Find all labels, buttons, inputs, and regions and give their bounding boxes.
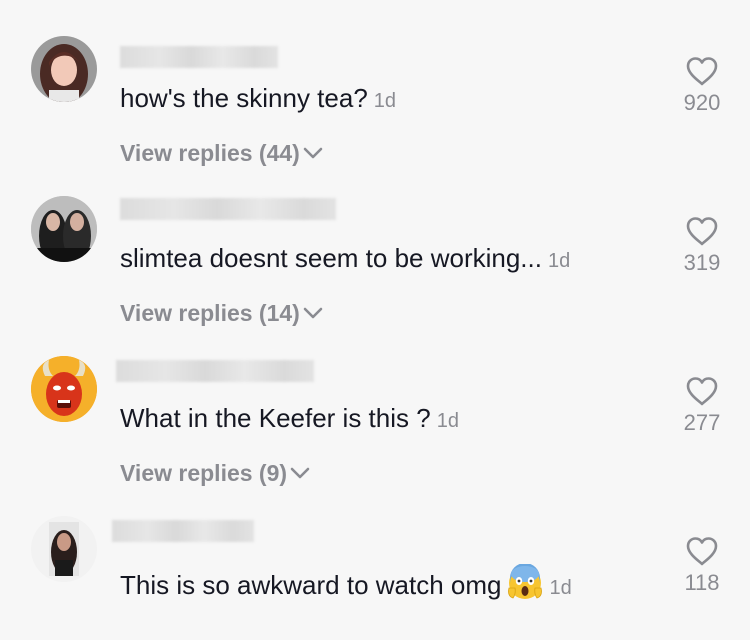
username-redacted bbox=[112, 520, 254, 542]
comment-text: slimtea doesnt seem to be working... 1d bbox=[120, 242, 570, 277]
face-screaming-in-fear-emoji bbox=[508, 564, 543, 599]
user-avatar[interactable] bbox=[31, 196, 97, 262]
like-button[interactable]: 118 bbox=[672, 536, 732, 596]
comment-time: 1d bbox=[547, 250, 571, 272]
comment-text: how's the skinny tea? 1d bbox=[120, 82, 396, 117]
heart-outline-icon bbox=[686, 217, 718, 246]
heart-outline-icon bbox=[686, 57, 718, 86]
comment-body: how's the skinny tea? bbox=[120, 83, 368, 113]
like-count: 118 bbox=[684, 570, 720, 595]
chevron-down-icon bbox=[303, 147, 323, 159]
chevron-down-icon bbox=[290, 467, 310, 479]
comment-body: slimtea doesnt seem to be working... bbox=[120, 243, 542, 273]
username-redacted bbox=[120, 46, 278, 68]
comment-text: This is so awkward to watch omg 1d bbox=[120, 564, 572, 604]
like-button[interactable]: 277 bbox=[672, 376, 732, 436]
like-count: 277 bbox=[683, 410, 721, 435]
like-button[interactable]: 319 bbox=[672, 216, 732, 276]
comment-time: 1d bbox=[373, 90, 397, 112]
user-avatar[interactable] bbox=[31, 36, 97, 102]
heart-outline-icon bbox=[686, 537, 718, 566]
comment-item: how's the skinny tea? 1d View replies (44… bbox=[0, 0, 750, 166]
like-count: 920 bbox=[683, 90, 721, 115]
heart-outline-icon bbox=[686, 377, 718, 406]
user-avatar[interactable] bbox=[31, 356, 97, 422]
comment-time: 1d bbox=[549, 577, 572, 599]
username-redacted bbox=[120, 198, 336, 220]
comment-body: This is so awkward to watch omg bbox=[120, 570, 502, 600]
comment-item: slimtea doesnt seem to be working... 1d V… bbox=[0, 160, 750, 326]
chevron-down-icon bbox=[303, 307, 323, 319]
like-button[interactable]: 920 bbox=[672, 56, 732, 116]
comment-item: What in the Keefer is this ? 1d View repl… bbox=[0, 320, 750, 486]
username-redacted bbox=[116, 360, 314, 382]
comment-text: What in the Keefer is this ? 1d bbox=[120, 402, 459, 437]
like-count: 319 bbox=[683, 250, 721, 275]
user-avatar[interactable] bbox=[31, 516, 97, 582]
comment-time: 1d bbox=[436, 410, 459, 432]
comment-item: This is so awkward to watch omg 1d 118 bbox=[0, 480, 750, 640]
comment-body: What in the Keefer is this ? bbox=[120, 403, 431, 433]
